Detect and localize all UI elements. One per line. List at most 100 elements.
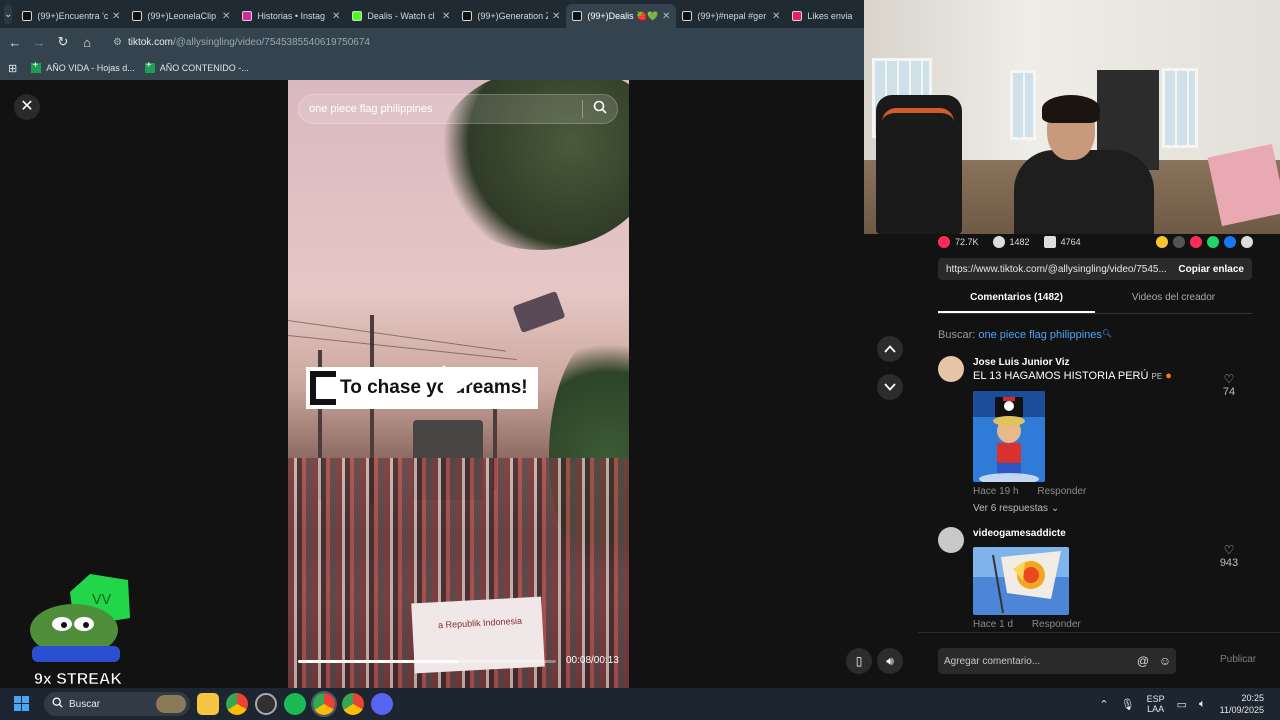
fire-icon: ● [1165, 370, 1172, 382]
browser-tab[interactable]: Dealis - Watch cl ✕ [346, 4, 456, 28]
network-icon[interactable]: ▭ [1177, 698, 1187, 711]
spotify-icon[interactable] [284, 693, 306, 715]
windows-start-icon[interactable] [8, 690, 36, 718]
mention-icon[interactable]: @ [1132, 654, 1154, 668]
address-bar-row: ← → ↻ ⌂ ⚙ tiktok.com/@allysingling/video… [0, 28, 864, 56]
obs-icon[interactable] [255, 693, 277, 715]
comment-count: 1482 [1009, 237, 1030, 247]
tab-favicon-icon [682, 11, 693, 21]
previous-video-button[interactable] [877, 336, 903, 362]
share-url[interactable]: https://www.tiktok.com/@allysingling/vid… [938, 264, 1170, 275]
like-action[interactable]: 72.7K [938, 236, 979, 248]
url-field[interactable]: ⚙ tiktok.com/@allysingling/video/7545385… [105, 31, 845, 53]
bookmark-label: AÑO CONTENIDO -... [159, 63, 249, 73]
publish-button[interactable]: Publicar [1220, 654, 1256, 665]
apps-grid-icon[interactable]: ⊞ [8, 62, 17, 75]
back-icon[interactable]: ← [3, 35, 27, 50]
tab-close-icon[interactable]: ✕ [772, 11, 780, 22]
reload-icon[interactable]: ↻ [51, 34, 75, 50]
video-progress-fill [298, 660, 458, 663]
tab-search-menu-button[interactable]: ⌄ [4, 4, 13, 24]
comment-search-suggestion: Buscar: one piece flag philippines🔍︎ [938, 329, 1112, 341]
search-input[interactable] [299, 103, 582, 115]
discord-icon[interactable] [371, 693, 393, 715]
bookmark-count: 4764 [1060, 237, 1081, 247]
chrome-icon[interactable] [226, 693, 248, 715]
volume-icon[interactable]: 🔊︎ [877, 648, 903, 674]
bookmark-action[interactable]: 4764 [1043, 236, 1081, 248]
tab-close-icon[interactable]: ✕ [662, 11, 670, 22]
file-explorer-icon[interactable] [197, 693, 219, 715]
comment-like[interactable]: ♡ 943 [1214, 543, 1244, 569]
comment-action[interactable]: 1482 [992, 236, 1030, 248]
tab-creator-videos[interactable]: Videos del creador [1095, 292, 1252, 313]
emoji-icon[interactable]: ☺ [1154, 654, 1176, 668]
comment-input[interactable] [938, 655, 1132, 667]
comment-sticker-image[interactable] [973, 391, 1045, 482]
copy-link-button[interactable]: Copiar enlace [1170, 264, 1252, 275]
browser-tab-bar: ⌄ (99+)Encuentra 'c ✕ (99+)LeonelaClip ✕ His… [0, 0, 864, 28]
facebook-icon[interactable] [1224, 236, 1236, 248]
bookmark-ano-vida[interactable]: AÑO VIDA - Hojas d... [31, 60, 135, 73]
avatar[interactable] [938, 356, 964, 382]
comment-like[interactable]: ♡ 74 [1214, 372, 1244, 398]
tab-favicon-icon [572, 11, 583, 21]
tab-comments[interactable]: Comentarios (1482) [938, 292, 1095, 313]
comment-username[interactable]: Jose Luis Junior Viz [973, 357, 1070, 368]
comment-sticker-image[interactable] [973, 547, 1069, 615]
video-progress-bar[interactable] [298, 660, 556, 663]
embed-icon[interactable] [1173, 236, 1185, 248]
taskbar-search-label: Buscar [69, 698, 101, 710]
play-icon[interactable] [443, 365, 471, 401]
video-time: 00:08/00:13 [566, 655, 619, 666]
webcam-person-hair [1042, 95, 1100, 123]
close-video-button[interactable]: ✕ [14, 94, 40, 120]
chrome-profile-icon[interactable] [342, 693, 364, 715]
chevron-up-icon[interactable]: ⌃ [1099, 698, 1108, 711]
tab-favicon-icon [792, 11, 803, 21]
taskbar-search[interactable]: Buscar [44, 692, 190, 716]
browser-tab[interactable]: (99+)Dealis 🍓💚 ✕ [566, 4, 677, 28]
bookmarks-bar: ⊞ AÑO VIDA - Hojas d... AÑO CONTENIDO -.… [0, 56, 864, 80]
taskbar-clock[interactable]: 20:25 11/09/2025 [1220, 692, 1264, 716]
browser-tab[interactable]: (99+)Encuentra 'c ✕ [16, 4, 126, 28]
miniplayer-icon[interactable]: ▯ [846, 648, 872, 674]
tab-close-icon[interactable]: ✕ [442, 11, 450, 22]
microphone-icon[interactable]: 🎙︎ [1121, 698, 1135, 711]
tab-close-icon[interactable]: ✕ [222, 11, 230, 22]
webcam-overlay [864, 0, 1280, 234]
view-replies-button[interactable]: Ver 6 respuestas ⌄ [973, 503, 1059, 514]
forward-icon[interactable]: → [27, 35, 51, 50]
tab-close-icon[interactable]: ✕ [112, 11, 120, 22]
video-search-bar[interactable] [298, 94, 618, 124]
tab-label: (99+)LeonelaClip [147, 11, 217, 21]
reply-button[interactable]: Responder [1032, 619, 1081, 630]
tab-close-icon[interactable]: ✕ [332, 11, 340, 22]
emoji-share-icon[interactable] [1156, 236, 1168, 248]
speaker-icon[interactable]: 🔈︎ [1199, 698, 1206, 711]
home-icon[interactable]: ⌂ [75, 35, 99, 50]
webcam-chair-accent [882, 108, 954, 138]
tab-close-icon[interactable]: ✕ [552, 11, 560, 22]
browser-tab[interactable]: Likes envia✕ [786, 4, 864, 28]
comment-username[interactable]: videogamesaddicte [973, 528, 1066, 539]
browser-tab[interactable]: (99+)LeonelaClip ✕ [126, 4, 236, 28]
reply-button[interactable]: Responder [1037, 486, 1086, 497]
browser-tab[interactable]: (99+)Generation Z ✕ [456, 4, 566, 28]
search-icon[interactable] [583, 100, 617, 119]
sheets-icon [144, 60, 155, 73]
language-indicator[interactable]: ESP LAA [1147, 694, 1165, 714]
next-video-button[interactable] [877, 374, 903, 400]
send-icon[interactable] [1190, 236, 1202, 248]
chrome-active-icon[interactable] [311, 691, 337, 717]
browser-tab[interactable]: (99+)#nepal #ger ✕ [676, 4, 786, 28]
share-icon[interactable] [1241, 236, 1253, 248]
browser-tab[interactable]: Historias • Instag ✕ [236, 4, 346, 28]
search-suggestion-link[interactable]: one piece flag philippines [978, 329, 1102, 341]
tiktok-video-page: ✕ a Republik Indonesia To chase yo dream… [0, 80, 918, 688]
bookmark-ano-contenido[interactable]: AÑO CONTENIDO -... [144, 60, 249, 73]
site-info-icon[interactable]: ⚙ [113, 37, 122, 48]
comment-icon [992, 236, 1005, 248]
avatar[interactable] [938, 527, 964, 553]
whatsapp-icon[interactable] [1207, 236, 1219, 248]
